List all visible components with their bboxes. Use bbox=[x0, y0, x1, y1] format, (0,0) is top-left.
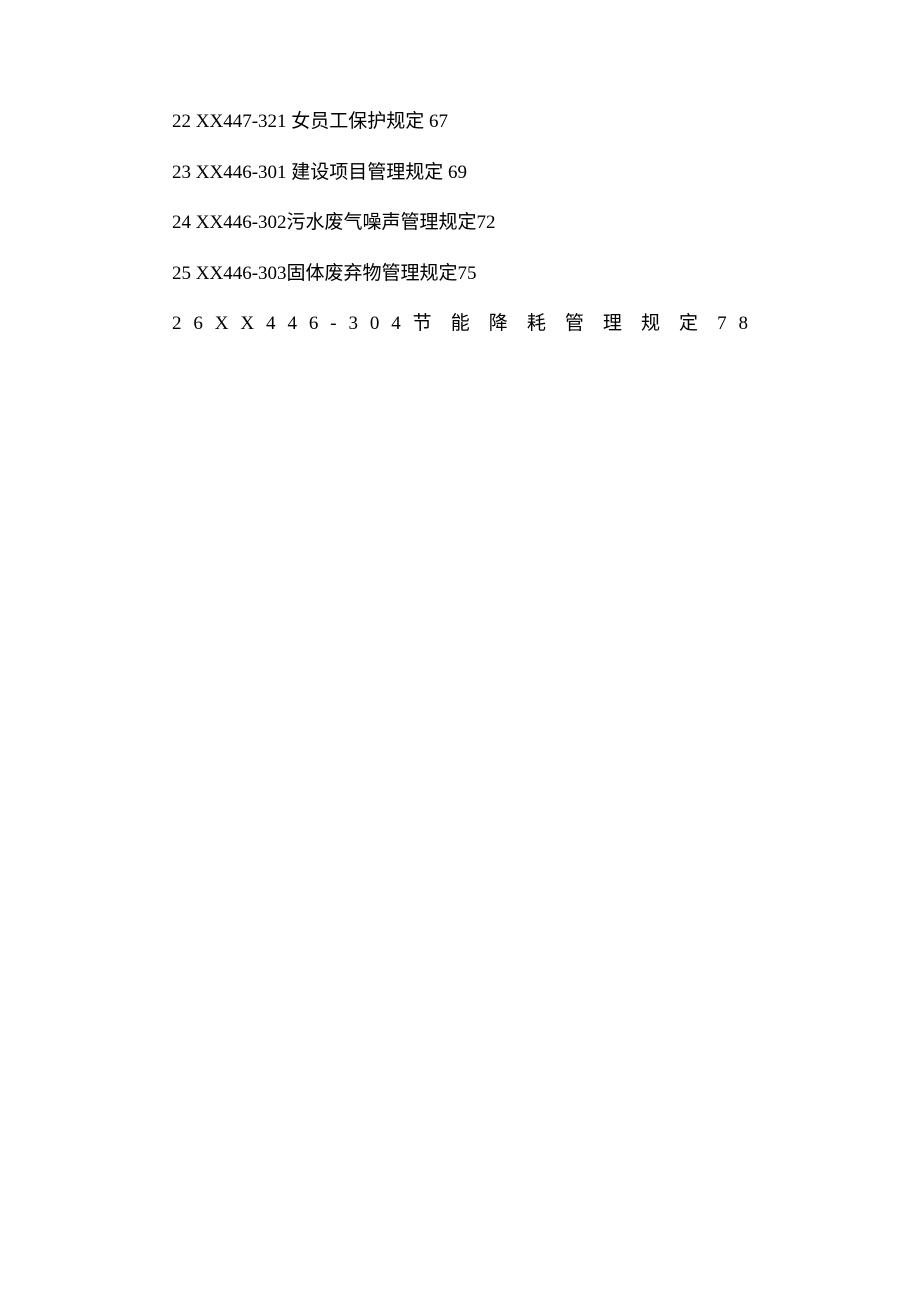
toc-entry-text: 22 XX447-321 女员工保护规定 67 bbox=[172, 111, 448, 132]
toc-entry: 22 XX447-321 女员工保护规定 67 bbox=[172, 108, 748, 137]
toc-container: 22 XX447-321 女员工保护规定 67 23 XX446-301 建设项… bbox=[172, 108, 748, 339]
toc-entry-text: 25 XX446-303固体废弃物管理规定75 bbox=[172, 263, 477, 284]
toc-entry: 2 6 X X 4 4 6 - 3 0 4 节 能 降 耗 管 理 规 定 7 … bbox=[172, 310, 748, 339]
toc-entry: 23 XX446-301 建设项目管理规定 69 bbox=[172, 159, 748, 188]
toc-entry: 25 XX446-303固体废弃物管理规定75 bbox=[172, 260, 748, 289]
toc-entry-text: 23 XX446-301 建设项目管理规定 69 bbox=[172, 162, 467, 183]
toc-entry-text: 2 6 X X 4 4 6 - 3 0 4 节 能 降 耗 管 理 规 定 7 … bbox=[172, 313, 748, 334]
toc-entry: 24 XX446-302污水废气噪声管理规定72 bbox=[172, 209, 748, 238]
toc-entry-text: 24 XX446-302污水废气噪声管理规定72 bbox=[172, 212, 496, 233]
